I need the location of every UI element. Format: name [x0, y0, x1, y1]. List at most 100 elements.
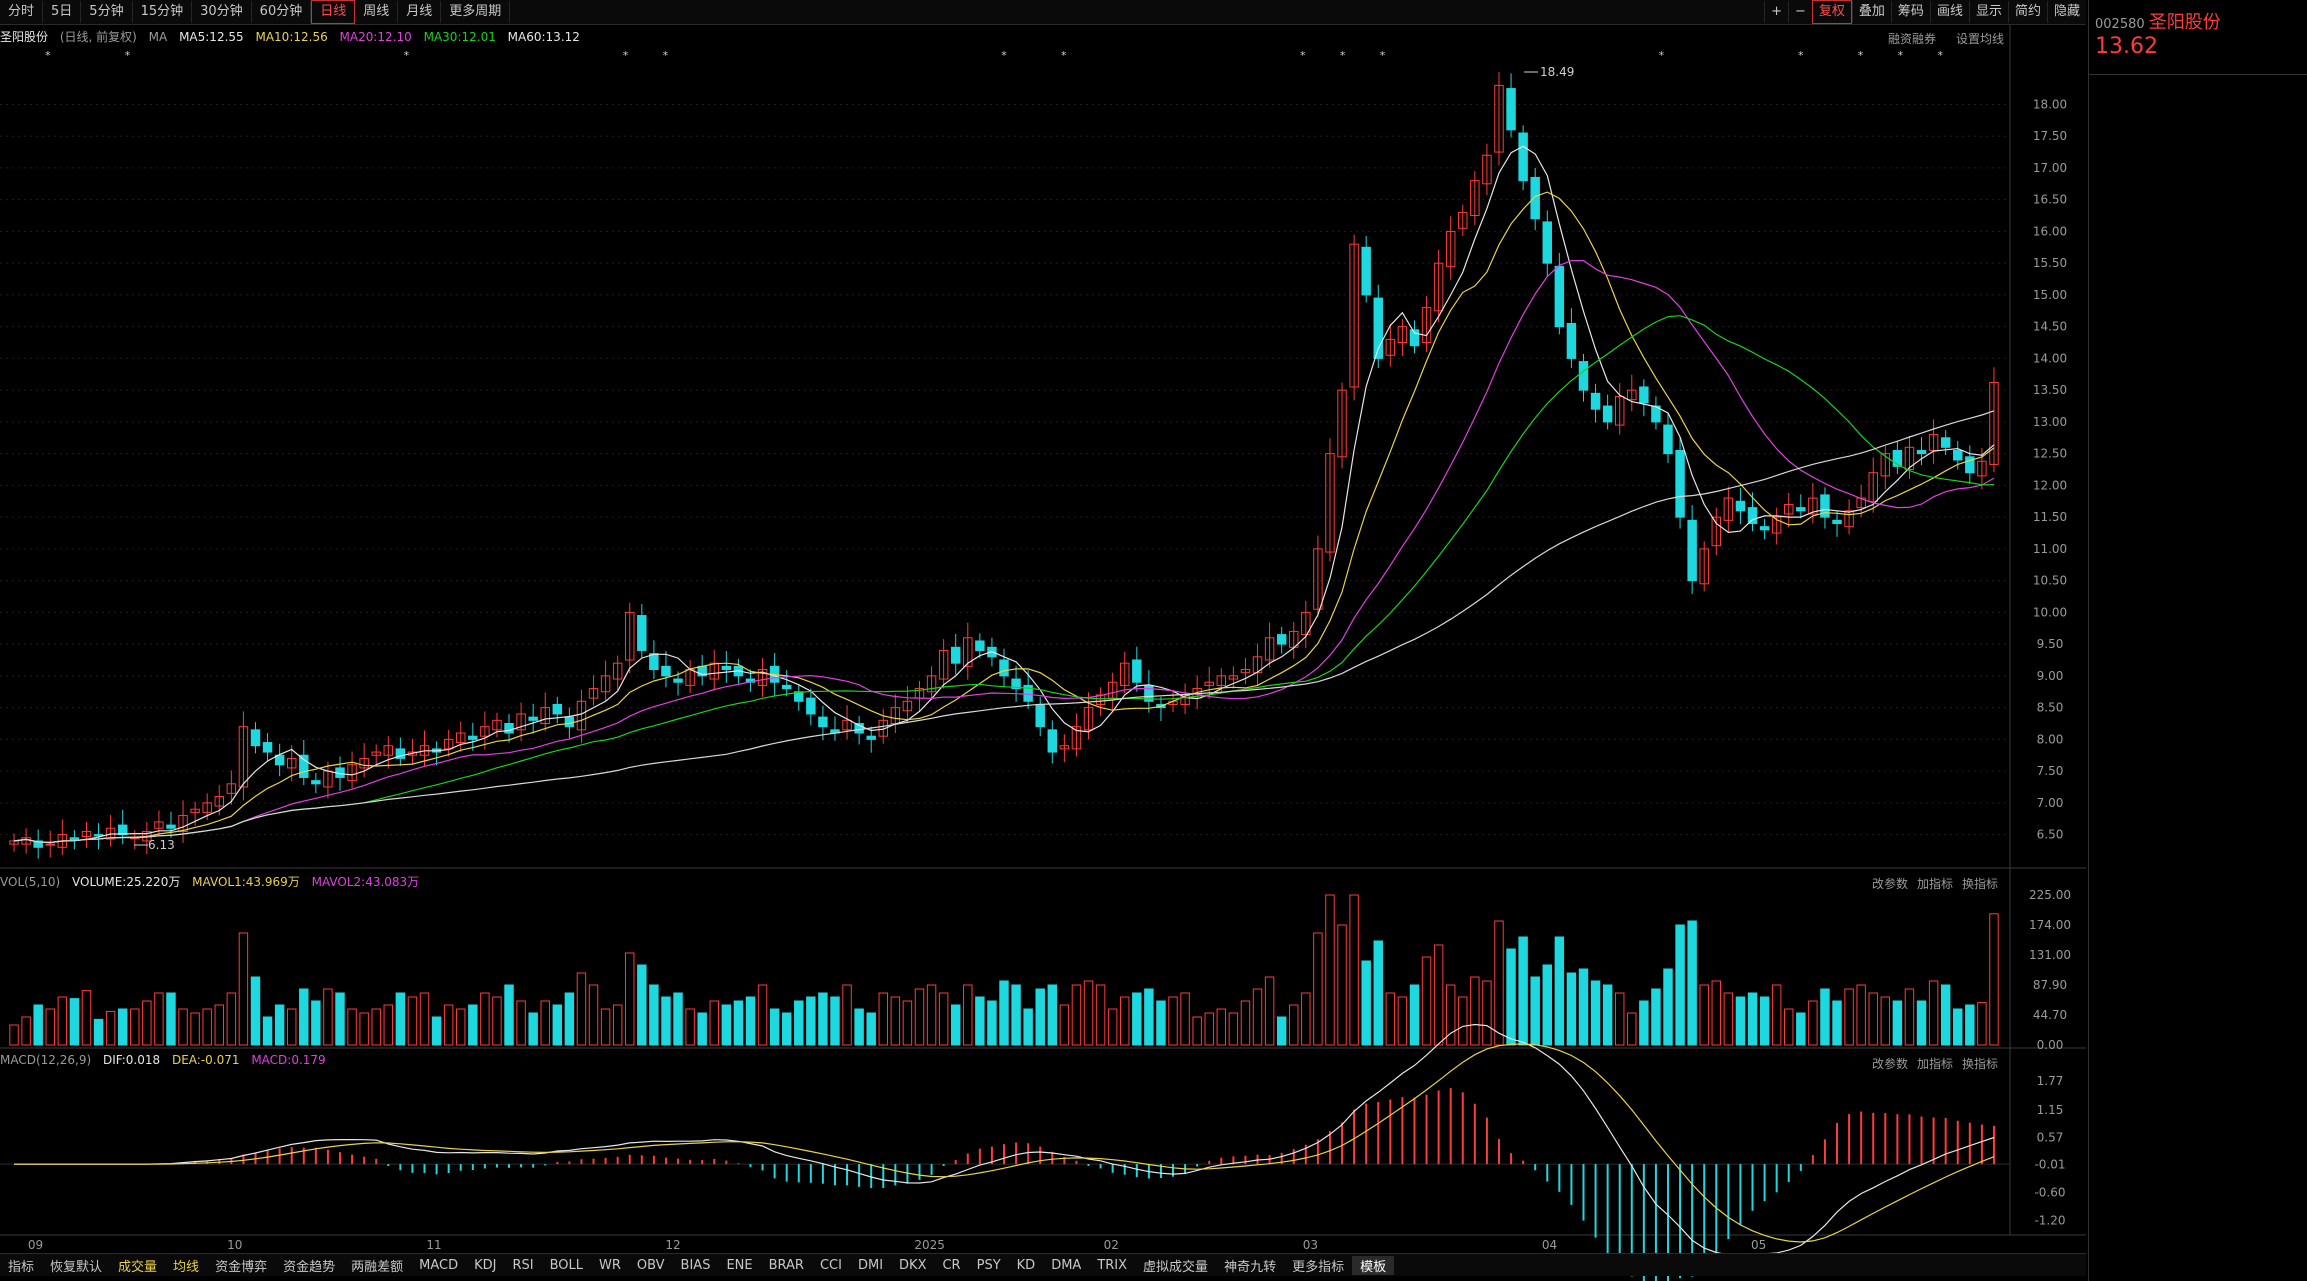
candle	[1663, 424, 1673, 455]
volume-bar	[1566, 972, 1577, 1046]
volume-bar	[1192, 1016, 1202, 1046]
volume-bar	[1639, 1000, 1649, 1046]
event-marker: *	[1659, 49, 1665, 62]
volume-bar	[1844, 988, 1854, 1046]
volume-bar	[1349, 894, 1359, 1046]
candle	[1530, 176, 1540, 220]
period-daily[interactable]: 日线	[311, 0, 356, 24]
macd-tick-3: -0.01	[2034, 1158, 2065, 1172]
high-label: 18.49	[1540, 65, 1574, 79]
volume-bar	[1892, 1000, 1903, 1046]
zoom-out-button[interactable]: −	[1787, 1, 1812, 23]
period-intraday[interactable]: 分时	[0, 1, 44, 23]
indicator-14[interactable]: ENE	[718, 1258, 760, 1273]
candle	[721, 665, 732, 671]
margin-link[interactable]: 融资融券	[1888, 30, 1936, 47]
x-tick-4: 2025	[914, 1238, 945, 1252]
indicator-25[interactable]: 神奇九转	[1216, 1256, 1284, 1275]
indicator-0[interactable]: 指标	[0, 1256, 42, 1275]
set-ma-link[interactable]: 设置均线	[1956, 30, 2004, 47]
indicator-12[interactable]: OBV	[629, 1258, 673, 1273]
indicator-5[interactable]: 资金趋势	[275, 1256, 343, 1275]
indicator-18[interactable]: DKX	[891, 1258, 934, 1273]
draw-button[interactable]: 画线	[1929, 1, 1969, 23]
volume-bar	[347, 1008, 357, 1046]
period-5day[interactable]: 5日	[43, 1, 82, 23]
display-button[interactable]: 显示	[1968, 1, 2008, 23]
indicator-11[interactable]: WR	[591, 1258, 629, 1273]
volume-bar	[866, 1012, 876, 1046]
adjust-button[interactable]: 复权	[1811, 0, 1852, 24]
indicator-17[interactable]: DMI	[850, 1258, 891, 1273]
indicator-20[interactable]: PSY	[969, 1258, 1009, 1273]
indicator-7[interactable]: MACD	[411, 1258, 466, 1273]
period-15min[interactable]: 15分钟	[133, 1, 193, 23]
volume-bar	[1107, 1008, 1118, 1046]
volume-bar	[238, 932, 249, 1046]
candle	[311, 780, 321, 785]
volume-bar	[1759, 996, 1770, 1046]
indicator-9[interactable]: RSI	[504, 1258, 541, 1273]
period-monthly[interactable]: 月线	[398, 1, 442, 23]
volume-bar	[564, 992, 575, 1046]
volume-bar	[142, 1000, 152, 1046]
volume-bar	[1385, 992, 1396, 1046]
vol-tick-2: 131.00	[2029, 948, 2071, 962]
indicator-26[interactable]: 更多指标	[1284, 1256, 1352, 1275]
overlay-button[interactable]: 叠加	[1851, 1, 1891, 23]
volume-bar	[757, 984, 768, 1046]
kline-chart[interactable]: * * * * * * * * * * * * * * * 18.00 17.50 17.00 16.50 16.0…	[0, 0, 2086, 1281]
volume-bar	[1168, 996, 1178, 1046]
candle	[1276, 634, 1287, 645]
indicator-3[interactable]: 均线	[165, 1256, 207, 1275]
macd-header: MACD(12,26,9) DIF:0.018 DEA:-0.071 MACD:…	[0, 1053, 334, 1071]
vol-switch-indicator[interactable]: 换指标	[1962, 875, 1998, 892]
zoom-in-button[interactable]: +	[1764, 1, 1788, 23]
price-tick-10: 13.00	[2033, 415, 2067, 429]
macd-switch-indicator[interactable]: 换指标	[1962, 1055, 1998, 1072]
event-marker: *	[45, 49, 51, 62]
period-30min[interactable]: 30分钟	[192, 1, 252, 23]
candle	[1518, 132, 1528, 182]
macd-tick-1: 1.15	[2037, 1103, 2064, 1117]
indicator-24[interactable]: 虚拟成交量	[1135, 1256, 1216, 1275]
indicator-27[interactable]: 模板	[1352, 1255, 1395, 1275]
indicator-8[interactable]: KDJ	[466, 1258, 504, 1273]
indicator-22[interactable]: DMA	[1043, 1258, 1089, 1273]
vol-edit-params[interactable]: 改参数	[1872, 875, 1908, 892]
indicator-16[interactable]: CCI	[812, 1258, 850, 1273]
indicator-10[interactable]: BOLL	[542, 1258, 591, 1273]
period-5min[interactable]: 5分钟	[81, 1, 133, 23]
indicator-2[interactable]: 成交量	[110, 1256, 165, 1275]
volume-bar	[274, 1004, 285, 1046]
candle	[117, 824, 128, 836]
indicator-23[interactable]: TRIX	[1089, 1258, 1135, 1273]
indicator-19[interactable]: CR	[934, 1258, 968, 1273]
period-more[interactable]: 更多周期	[441, 1, 511, 23]
volume-bar	[190, 1012, 200, 1046]
period-60min[interactable]: 60分钟	[252, 1, 312, 23]
volume-bar	[1771, 984, 1782, 1046]
volume-bar	[286, 1008, 297, 1046]
volume-bar	[637, 964, 647, 1046]
hide-button[interactable]: 隐藏	[2046, 1, 2086, 23]
candle	[673, 678, 683, 683]
price-tick-0: 18.00	[2033, 97, 2067, 111]
price-candles	[9, 72, 1999, 859]
volume-bar	[890, 996, 901, 1046]
macd-add-indicator[interactable]: 加指标	[1917, 1055, 1953, 1072]
volume-bar	[57, 996, 68, 1046]
macd-edit-params[interactable]: 改参数	[1872, 1055, 1908, 1072]
indicator-4[interactable]: 资金博弈	[207, 1256, 275, 1275]
indicator-21[interactable]: KD	[1009, 1258, 1044, 1273]
volume-bar	[1421, 956, 1432, 1046]
volume-bar	[1687, 920, 1697, 1046]
indicator-15[interactable]: BRAR	[761, 1258, 812, 1273]
indicator-13[interactable]: BIAS	[673, 1258, 719, 1273]
vol-add-indicator[interactable]: 加指标	[1917, 875, 1953, 892]
chips-button[interactable]: 筹码	[1890, 1, 1930, 23]
indicator-1[interactable]: 恢复默认	[42, 1256, 110, 1275]
indicator-6[interactable]: 两融差额	[343, 1256, 411, 1275]
simple-button[interactable]: 简约	[2007, 1, 2047, 23]
period-weekly[interactable]: 周线	[355, 1, 399, 23]
